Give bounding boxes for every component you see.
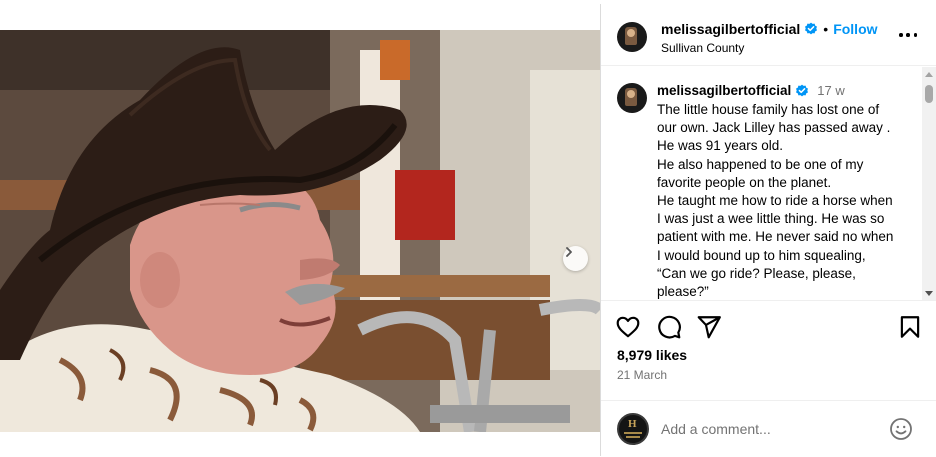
follow-button[interactable]: Follow	[833, 21, 877, 37]
scrollbar-thumb[interactable]	[925, 85, 933, 103]
comments-scrollbar[interactable]	[922, 67, 936, 300]
caption-line: The little house family has lost one of	[657, 102, 880, 117]
caption-line: I was just a wee little thing. He was so	[657, 211, 885, 227]
comments-section: melissagilbertofficial 17 w The little h…	[601, 67, 936, 301]
verified-badge-icon	[805, 22, 818, 35]
caption-line: He was 91 years old.	[657, 138, 784, 154]
caption-timestamp[interactable]: 17 w	[817, 83, 844, 98]
bookmark-icon[interactable]	[897, 314, 923, 340]
heart-icon[interactable]	[615, 314, 641, 340]
post-header: melissagilbertofficial • Follow Sullivan…	[601, 4, 936, 66]
scroll-down-arrow-icon[interactable]	[925, 291, 933, 296]
paper-plane-icon[interactable]	[696, 314, 722, 340]
caption-line: please?”	[657, 284, 709, 300]
comment-bubble-icon[interactable]	[656, 314, 682, 340]
caption-username[interactable]: melissagilbertofficial	[657, 83, 791, 98]
caption-author-avatar[interactable]	[617, 83, 647, 113]
author-avatar[interactable]	[617, 22, 647, 52]
separator-dot: •	[823, 21, 829, 37]
caption-line: “Can we go ride? Please, please,	[657, 265, 856, 281]
caption-header: melissagilbertofficial 17 w	[657, 83, 845, 98]
chevron-right-icon	[566, 247, 572, 257]
more-options-icon[interactable]	[899, 28, 917, 42]
post-side-panel: melissagilbertofficial • Follow Sullivan…	[600, 4, 936, 456]
author-line: melissagilbertofficial • Follow	[661, 21, 878, 37]
verified-badge-icon	[796, 84, 809, 96]
caption-line: He also happened to be one of my	[657, 156, 864, 172]
post-date[interactable]: 21 March	[617, 368, 667, 382]
caption-text: The little house family has lost one of …	[657, 101, 919, 300]
next-image-button[interactable]	[563, 246, 588, 271]
caption-line: I would bound up to him squealing,	[657, 247, 866, 263]
post-dialog: melissagilbertofficial • Follow Sullivan…	[0, 4, 936, 456]
scroll-up-arrow-icon[interactable]	[925, 72, 933, 77]
caption-line: our own. Jack Lilley has passed away .	[657, 120, 891, 136]
caption-line: favorite people on the planet.	[657, 174, 832, 190]
smiley-icon[interactable]	[889, 417, 913, 441]
author-username[interactable]: melissagilbertofficial	[661, 21, 800, 37]
caption-line: He taught me how to ride a horse when	[657, 193, 893, 209]
caption-line: patient with me. He never said no when	[657, 229, 894, 245]
current-user-avatar: H	[617, 413, 649, 445]
post-photo[interactable]	[0, 30, 600, 432]
add-comment-bar: H	[601, 400, 936, 456]
post-photo-illustration	[0, 30, 600, 432]
comment-input[interactable]	[661, 419, 881, 439]
action-bar	[601, 302, 936, 352]
post-location[interactable]: Sullivan County	[661, 41, 744, 55]
likes-count[interactable]: 8,979 likes	[617, 347, 687, 363]
